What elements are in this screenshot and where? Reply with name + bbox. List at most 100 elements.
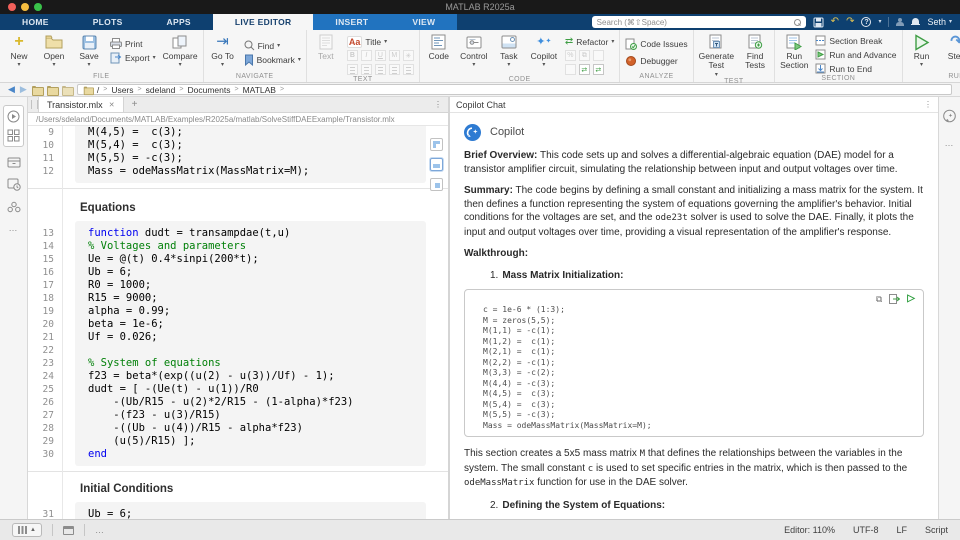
code-line[interactable]: M(4,5) = c(3); — [88, 126, 426, 139]
breadcrumb-item[interactable]: MATLAB — [243, 85, 276, 95]
italic-button[interactable]: I — [361, 50, 372, 61]
code-line[interactable]: -(Ub/R15 - u(2)*2/R15 - (1-alpha)*f23) — [88, 396, 426, 409]
code-line[interactable]: dudt = [ -(Ue(t) - u(1))/R0 — [88, 383, 426, 396]
user-menu[interactable]: Seth▾ — [927, 17, 952, 27]
new-folder-icon[interactable] — [47, 86, 57, 94]
document-actions-icon[interactable]: ⋮ — [428, 97, 448, 112]
code-line[interactable]: M(5,5) = -c(3); — [88, 152, 426, 165]
close-window-button[interactable] — [8, 3, 16, 11]
debugger-button[interactable]: Debugger — [625, 54, 687, 67]
code-section-initial-conditions[interactable]: 3132Ub = 6;u0(1) = 0; — [28, 502, 448, 519]
new-button[interactable]: +New▾ — [5, 33, 33, 68]
new-tab-button[interactable]: + — [124, 97, 146, 112]
app-launcher-icon[interactable] — [7, 110, 20, 123]
code-line[interactable] — [88, 344, 426, 357]
tab-home[interactable]: HOME — [0, 14, 71, 30]
title-style-select[interactable]: AaTitle▾ — [347, 35, 414, 48]
up-one-level-icon[interactable] — [32, 86, 42, 94]
tab-insert[interactable]: INSERT — [313, 14, 390, 30]
smart-indent-button[interactable]: ⇄ — [579, 64, 590, 75]
panel-layout-button[interactable]: ▲ — [12, 523, 42, 537]
global-search-input[interactable]: Search (⌘⇧Space) — [592, 16, 806, 28]
save-button[interactable]: Save▾ — [75, 33, 103, 68]
code-line[interactable]: -(f23 - u(3)/R15) — [88, 409, 426, 422]
underline-button[interactable]: U — [375, 50, 386, 61]
code-line[interactable]: Mass = odeMassMatrix(MassMatrix=M); — [88, 165, 426, 178]
document-tab-transistor[interactable]: Transistor.mlx ✕ — [38, 97, 124, 112]
chat-menu-icon[interactable]: ⋮ — [924, 100, 932, 109]
code-line[interactable]: function dudt = transampdae(t,u) — [88, 227, 426, 240]
bulleted-list-button[interactable] — [347, 64, 358, 75]
zoom-window-button[interactable] — [34, 3, 42, 11]
save-icon[interactable] — [813, 17, 824, 28]
numbered-list-button[interactable] — [361, 64, 372, 75]
wrap-comments-button[interactable]: ⇄ — [593, 64, 604, 75]
browse-folder-icon[interactable] — [62, 86, 72, 94]
find-tests-button[interactable]: Find Tests — [741, 33, 769, 71]
view-output-right-icon[interactable] — [430, 138, 443, 151]
code-section-equations[interactable]: 131415161718192021222324252627282930func… — [28, 221, 448, 466]
view-output-inline-icon[interactable] — [430, 158, 443, 171]
generate-test-button[interactable]: Generate Test▾ — [699, 33, 734, 78]
code-issues-button[interactable]: Code Issues — [625, 37, 687, 50]
code-line[interactable]: -((Ub - u(4))/R15 - alpha*f23) — [88, 422, 426, 435]
copilot-chat-bubble-icon[interactable] — [942, 109, 957, 124]
control-button[interactable]: Control▾ — [460, 33, 488, 68]
format-settings-icon[interactable]: ✳ — [403, 50, 414, 61]
open-button[interactable]: Open▾ — [40, 33, 68, 68]
breadcrumb-item[interactable]: Documents — [187, 85, 230, 95]
copilot-button[interactable]: ✦✦Copilot▾ — [530, 33, 558, 68]
comment-percent-button[interactable]: % — [565, 50, 576, 61]
code-line[interactable]: (u(5)/R15) ]; — [88, 435, 426, 448]
monospace-button[interactable]: M — [389, 50, 400, 61]
back-icon[interactable]: ◀ — [8, 85, 15, 94]
code-line[interactable]: % Voltages and parameters — [88, 240, 426, 253]
copy-code-icon[interactable]: ⧉ — [876, 295, 882, 304]
section-break-button[interactable]: Section Break — [815, 34, 896, 47]
code-line[interactable]: Ub = 6; — [88, 266, 426, 279]
bold-button[interactable]: B — [347, 50, 358, 61]
compare-button[interactable]: Compare▾ — [163, 33, 198, 68]
run-button[interactable]: Run▾ — [908, 33, 936, 68]
breadcrumb-item[interactable]: / — [97, 85, 99, 95]
find-button[interactable]: Find▾ — [244, 39, 301, 52]
account-icon[interactable] — [896, 18, 904, 27]
status-more-icon[interactable]: … — [95, 525, 105, 535]
status-editor-zoom[interactable]: Editor: 110% — [784, 525, 835, 535]
more-panels-icon[interactable]: … — [9, 223, 19, 233]
refactor-button[interactable]: ⇄Refactor▾ — [565, 35, 615, 48]
run-code-icon[interactable]: ▷ — [907, 294, 915, 304]
code-area[interactable]: 9101112M(4,5) = c(3);M(5,4) = c(3);M(5,5… — [28, 126, 448, 519]
code-line[interactable]: end — [88, 448, 426, 461]
window-panel-icon[interactable] — [63, 526, 74, 535]
status-file-type[interactable]: Script — [925, 525, 948, 535]
export-button[interactable]: Export▾ — [110, 51, 156, 64]
code-button[interactable]: Code — [425, 33, 453, 61]
copy-format-button[interactable]: ⧉ — [579, 50, 590, 61]
insert-code-icon[interactable] — [889, 294, 900, 304]
breadcrumb-item[interactable]: sdeland — [146, 85, 176, 95]
code-line[interactable]: beta = 1e-6; — [88, 318, 426, 331]
align-left-button[interactable] — [375, 64, 386, 75]
community-panel-icon[interactable] — [7, 201, 21, 213]
bookmark-button[interactable]: Bookmark▾ — [244, 53, 301, 66]
redo-icon[interactable]: ↷ — [846, 17, 854, 27]
tab-plots[interactable]: PLOTS — [71, 14, 145, 30]
tab-view[interactable]: VIEW — [390, 14, 457, 30]
run-to-end-button[interactable]: Run to End — [815, 62, 896, 75]
tab-live-editor[interactable]: LIVE EDITOR — [213, 14, 314, 30]
code-line[interactable]: alpha = 0.99; — [88, 305, 426, 318]
notifications-bell-icon[interactable] — [911, 18, 920, 27]
code-line[interactable]: Ue = @(t) 0.4*sinpi(200*t); — [88, 253, 426, 266]
goto-button[interactable]: ⇥Go To▾ — [209, 33, 237, 68]
align-right-button[interactable] — [403, 64, 414, 75]
history-panel-icon[interactable] — [7, 178, 21, 191]
close-tab-icon[interactable]: ✕ — [109, 101, 115, 109]
breadcrumb-item[interactable]: Users — [111, 85, 133, 95]
code-section-mass-matrix[interactable]: 9101112M(4,5) = c(3);M(5,4) = c(3);M(5,5… — [28, 126, 448, 183]
status-line-ending[interactable]: LF — [896, 525, 907, 535]
chat-code-block[interactable]: c = 1e-6 * (1:3);M = zeros(5,5);M(1,1) =… — [483, 305, 915, 431]
section-heading-initial-conditions[interactable]: Initial Conditions — [80, 483, 448, 495]
forward-icon[interactable]: ▶ — [20, 85, 27, 94]
code-line[interactable]: R15 = 9000; — [88, 292, 426, 305]
